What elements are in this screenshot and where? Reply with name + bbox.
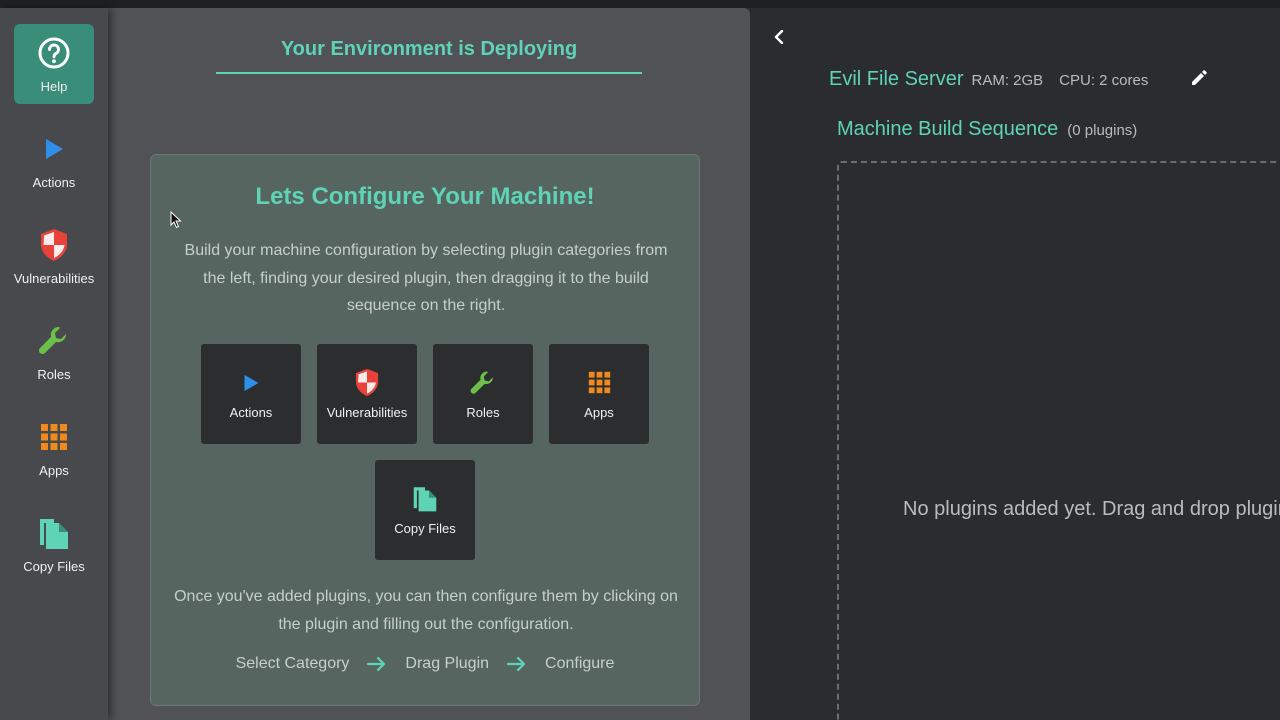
play-icon bbox=[237, 369, 265, 397]
arrow-right-icon bbox=[507, 656, 527, 672]
card-description: Build your machine configuration by sele… bbox=[184, 242, 668, 314]
sequence-header: Machine Build Sequence (0 plugins) bbox=[837, 118, 1137, 141]
deploy-title-underline bbox=[216, 72, 642, 74]
sidebar-item-help[interactable]: Help bbox=[14, 24, 94, 104]
mouse-cursor-icon bbox=[170, 211, 182, 229]
tile-actions[interactable]: Actions bbox=[201, 344, 301, 444]
wrench-icon bbox=[469, 369, 497, 397]
machine-name: Evil File Server bbox=[829, 68, 964, 90]
tile-label: Apps bbox=[584, 404, 614, 420]
tile-roles[interactable]: Roles bbox=[433, 344, 533, 444]
tile-label: Copy Files bbox=[394, 520, 456, 536]
configuration-guide-panel: Your Environment is Deploying Lets Confi… bbox=[108, 8, 750, 720]
empty-sequence-message: No plugins added yet. Drag and drop plug… bbox=[903, 498, 1280, 520]
sidebar-item-copy-files[interactable]: Copy Files bbox=[14, 504, 94, 584]
tile-copy-files[interactable]: Copy Files bbox=[375, 460, 475, 560]
wrench-icon bbox=[36, 323, 72, 359]
copy-files-icon bbox=[411, 485, 439, 513]
plugin-drop-zone[interactable] bbox=[837, 161, 1280, 720]
sidebar-item-label: Roles bbox=[37, 366, 71, 382]
plugin-count: (0 plugins) bbox=[1067, 122, 1138, 139]
sidebar-item-label: Vulnerabilities bbox=[13, 270, 95, 286]
tile-label: Roles bbox=[466, 404, 500, 420]
ram-spec: RAM: 2GB bbox=[971, 72, 1044, 89]
machine-header: Evil File Server RAM: 2GB CPU: 2 cores bbox=[829, 68, 1148, 91]
collapse-button[interactable] bbox=[768, 28, 790, 50]
shield-icon bbox=[353, 368, 381, 397]
sidebar-item-label: Copy Files bbox=[23, 558, 85, 574]
tile-label: Vulnerabilities bbox=[326, 404, 408, 420]
arrow-right-icon bbox=[367, 656, 387, 672]
help-circle-icon bbox=[36, 35, 72, 71]
copy-files-icon bbox=[36, 515, 72, 551]
pencil-icon bbox=[1190, 69, 1208, 92]
apps-grid-icon bbox=[36, 419, 72, 455]
step-select-category: Select Category bbox=[235, 655, 350, 672]
shield-icon bbox=[36, 227, 72, 263]
sidebar-item-actions[interactable]: Actions bbox=[14, 120, 94, 200]
sidebar-item-label: Help bbox=[40, 78, 68, 94]
card-title: Lets Configure Your Machine! bbox=[255, 183, 595, 210]
play-icon bbox=[36, 131, 72, 167]
cpu-spec: CPU: 2 cores bbox=[1059, 72, 1149, 89]
tile-apps[interactable]: Apps bbox=[549, 344, 649, 444]
window-top-bar bbox=[0, 0, 1280, 8]
tile-vulnerabilities[interactable]: Vulnerabilities bbox=[317, 344, 417, 444]
chevron-left-icon bbox=[773, 29, 785, 49]
edit-machine-button[interactable] bbox=[1188, 69, 1210, 91]
build-sequence-panel: Evil File Server RAM: 2GB CPU: 2 cores M… bbox=[750, 8, 1280, 720]
configure-machine-card: Lets Configure Your Machine! Build your … bbox=[150, 154, 700, 706]
deploy-status-title: Your Environment is Deploying bbox=[280, 38, 578, 60]
sidebar-item-apps[interactable]: Apps bbox=[14, 408, 94, 488]
sidebar-item-vulnerabilities[interactable]: Vulnerabilities bbox=[14, 216, 94, 296]
card-footer-text: Once you've added plugins, you can then … bbox=[174, 588, 678, 633]
apps-grid-icon bbox=[585, 369, 613, 397]
step-configure: Configure bbox=[545, 655, 615, 672]
category-sidebar: Help Actions Vulnerabilities Roles Apps bbox=[0, 8, 108, 720]
sidebar-item-label: Actions bbox=[32, 174, 76, 190]
step-drag-plugin: Drag Plugin bbox=[405, 655, 490, 672]
sequence-title: Machine Build Sequence bbox=[837, 118, 1059, 140]
workflow-steps: Select Category Drag Plugin Configure bbox=[151, 655, 699, 673]
sidebar-item-label: Apps bbox=[39, 462, 69, 478]
tile-label: Actions bbox=[229, 404, 273, 420]
sidebar-item-roles[interactable]: Roles bbox=[14, 312, 94, 392]
